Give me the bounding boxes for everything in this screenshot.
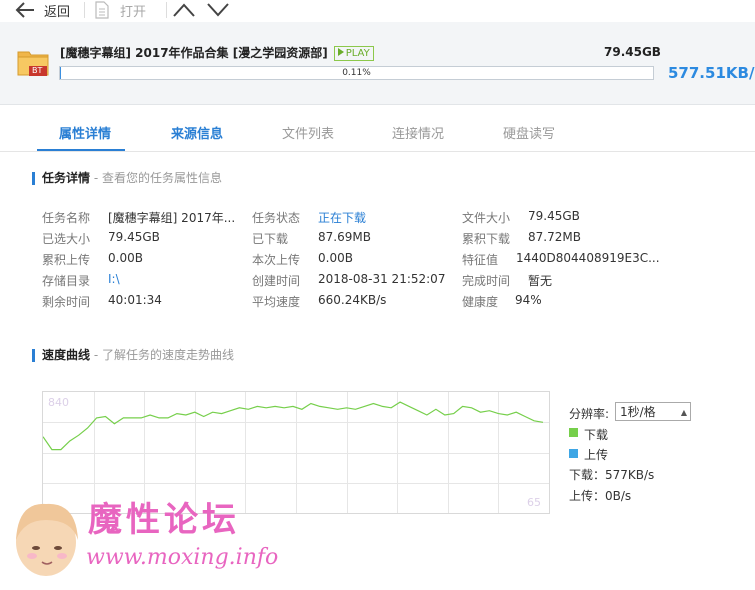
chevron-down-icon: [207, 3, 229, 17]
download-speed: 577.51KB/s: [668, 64, 755, 82]
value-total-downloaded: 87.72MB: [528, 230, 581, 244]
value-session-uploaded: 0.00B: [318, 251, 353, 265]
tab-connections[interactable]: 连接情况: [392, 123, 444, 142]
download-legend-label: 下载: [584, 428, 609, 442]
value-total-uploaded: 0.00B: [108, 251, 143, 265]
label-task-status: 任务状态: [252, 211, 301, 225]
value-task-name: [魔穗字幕组] 2017年...: [108, 211, 236, 225]
resolution-select[interactable]: 1秒/格 ▲: [615, 402, 691, 421]
value-selected-size: 79.45GB: [108, 230, 160, 244]
download-legend-swatch: [569, 428, 578, 437]
speed-curve-subheading: - 了解任务的速度走势曲线: [90, 348, 234, 362]
label-selected-size: 已选大小: [42, 232, 91, 246]
label-total-downloaded: 累积下载: [462, 232, 511, 246]
details-heading: 任务详情 - 查看您的任务属性信息: [32, 172, 222, 185]
task-size: 79.45GB: [604, 45, 661, 59]
progress-text: 0.11%: [342, 68, 371, 78]
tab-files[interactable]: 文件列表: [282, 123, 334, 142]
label-save-dir: 存储目录: [42, 274, 91, 288]
active-tab-indicator: [37, 149, 125, 151]
label-file-size: 文件大小: [462, 211, 511, 225]
speed-curve-heading-text: 速度曲线: [42, 348, 91, 362]
label-health: 健康度: [462, 295, 499, 309]
value-created-time: 2018-08-31 21:52:07: [318, 272, 446, 286]
move-up-button[interactable]: [172, 0, 196, 20]
watermark-url: www.moxing.info: [86, 545, 279, 570]
toolbar-divider: [84, 2, 85, 18]
upload-speed-readout: 上传：0B/s: [569, 489, 632, 503]
label-finish-time: 完成时间: [462, 274, 511, 288]
tab-bar: 属性详情 来源信息 文件列表 连接情况 硬盘读写: [0, 105, 755, 152]
label-created-time: 创建时间: [252, 274, 301, 288]
play-button[interactable]: PLAY: [333, 46, 374, 61]
label-session-uploaded: 本次上传: [252, 253, 301, 267]
open-label: 打开: [120, 4, 147, 20]
label-hash: 特征值: [462, 253, 499, 267]
play-label: PLAY: [345, 48, 370, 59]
label-downloaded: 已下载: [252, 232, 289, 246]
mascot-girl-icon: [16, 503, 78, 576]
toolbar-divider: [166, 2, 167, 18]
resolution-value: 1秒/格: [620, 405, 656, 419]
dropdown-arrow-icon: ▲: [680, 408, 687, 417]
tab-disk-io[interactable]: 硬盘读写: [503, 123, 555, 142]
document-icon: [94, 1, 110, 19]
label-task-name: 任务名称: [42, 211, 91, 225]
value-save-dir[interactable]: I:\: [108, 272, 120, 286]
label-average-speed: 平均速度: [252, 295, 301, 309]
value-health: 94%: [515, 293, 542, 307]
value-file-size: 79.45GB: [528, 209, 580, 223]
task-name: [魔穗字幕组] 2017年作品合集 [漫之学园资源部]: [60, 46, 328, 60]
resolution-label: 分辨率:: [569, 407, 610, 421]
arrow-left-icon: [14, 0, 38, 20]
back-button[interactable]: 返回: [14, 0, 70, 20]
details-heading-text: 任务详情: [42, 171, 91, 185]
value-remaining-time: 40:01:34: [108, 293, 162, 307]
value-average-speed: 660.24KB/s: [318, 293, 387, 307]
value-finish-time: 暂无: [528, 274, 553, 288]
label-total-uploaded: 累积上传: [42, 253, 91, 267]
value-downloaded: 87.69MB: [318, 230, 371, 244]
task-title: [魔穗字幕组] 2017年作品合集 [漫之学园资源部] PLAY: [60, 44, 374, 61]
chevron-up-icon: [173, 3, 195, 17]
value-hash: 1440D804408919E3C...: [516, 251, 660, 265]
bt-folder-icon: BT: [17, 48, 49, 76]
upload-legend-swatch: [569, 449, 578, 458]
watermark: 魔性论坛 www.moxing.info: [0, 480, 300, 585]
value-task-status: 正在下载: [318, 211, 367, 225]
speed-curve-heading: 速度曲线 - 了解任务的速度走势曲线: [32, 349, 234, 362]
label-remaining-time: 剩余时间: [42, 295, 91, 309]
toolbar: 返回 打开: [0, 0, 755, 22]
upload-legend-label: 上传: [584, 448, 609, 462]
watermark-title: 魔性论坛: [88, 500, 240, 540]
tab-sources[interactable]: 来源信息: [171, 123, 223, 142]
y-min-label: 65: [527, 496, 541, 509]
open-button[interactable]: 打开: [94, 0, 146, 20]
back-label: 返回: [44, 4, 71, 20]
progress-bar: 0.11%: [59, 66, 654, 80]
download-speed-readout: 下载：577KB/s: [569, 468, 655, 482]
move-down-button[interactable]: [206, 0, 230, 20]
play-icon: [337, 48, 344, 56]
details-subheading: - 查看您的任务属性信息: [90, 171, 222, 185]
bt-badge: BT: [32, 66, 43, 75]
download-series-line: [43, 401, 544, 451]
y-max-label: 840: [48, 396, 69, 409]
tab-properties[interactable]: 属性详情: [59, 123, 111, 142]
task-header: BT [魔穗字幕组] 2017年作品合集 [漫之学园资源部] PLAY 79.45…: [0, 22, 755, 105]
